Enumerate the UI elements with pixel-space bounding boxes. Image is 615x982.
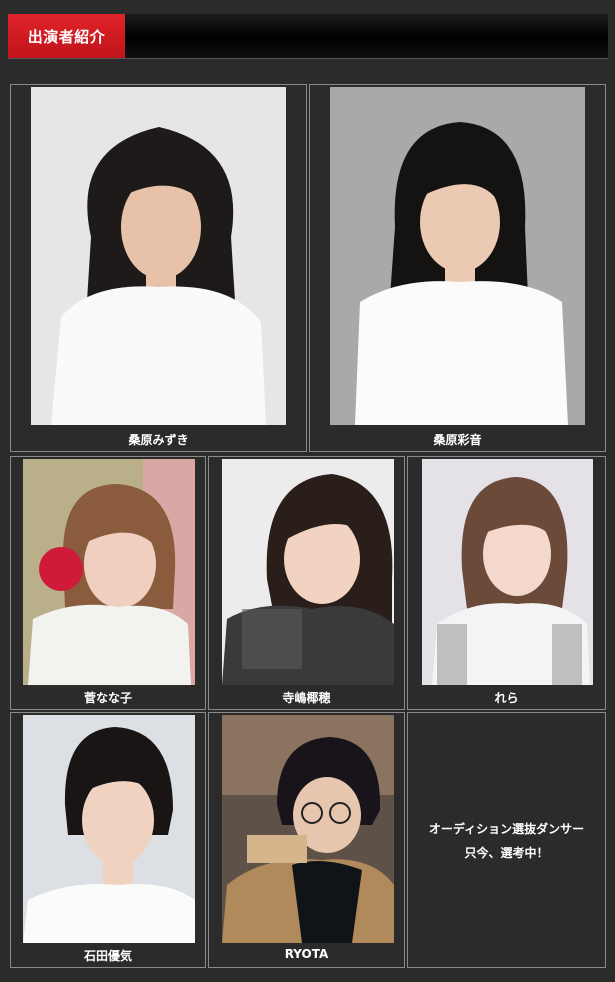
performer-card[interactable]: 桑原彩音 (309, 84, 606, 452)
performer-card[interactable]: れら (407, 456, 606, 710)
performer-card[interactable]: RYOTA (208, 712, 405, 968)
performer-name: RYOTA (284, 947, 329, 961)
performer-card[interactable]: 桑原みずき (10, 84, 307, 452)
audition-notice: オーディション選抜ダンサー 只今、選考中！ (408, 817, 605, 865)
audition-line1: オーディション選抜ダンサー (428, 822, 585, 836)
performer-photo (23, 459, 195, 685)
performer-photo (23, 715, 195, 943)
performer-card[interactable]: 石田優気 (10, 712, 206, 968)
performer-name: 桑原彩音 (433, 433, 482, 447)
performer-photo (222, 715, 394, 943)
audition-line2: 只今、選考中！ (464, 846, 549, 860)
section-header: 出演者紹介 (8, 14, 608, 59)
performer-name: 寺嶋椰穂 (282, 691, 331, 705)
audition-card: オーディション選抜ダンサー 只今、選考中！ (407, 712, 606, 968)
performer-card[interactable]: 寺嶋椰穂 (208, 456, 405, 710)
performer-card[interactable]: 菅なな子 (10, 456, 206, 710)
performer-photo (31, 87, 286, 425)
performer-name: 菅なな子 (83, 691, 132, 705)
performer-photo (222, 459, 394, 685)
section-title: 出演者紹介 (8, 14, 125, 58)
performer-name: れら (494, 691, 519, 705)
performer-photo (330, 87, 585, 425)
performer-photo (422, 459, 593, 685)
performer-name: 石田優気 (83, 949, 132, 963)
performer-name: 桑原みずき (128, 433, 189, 447)
